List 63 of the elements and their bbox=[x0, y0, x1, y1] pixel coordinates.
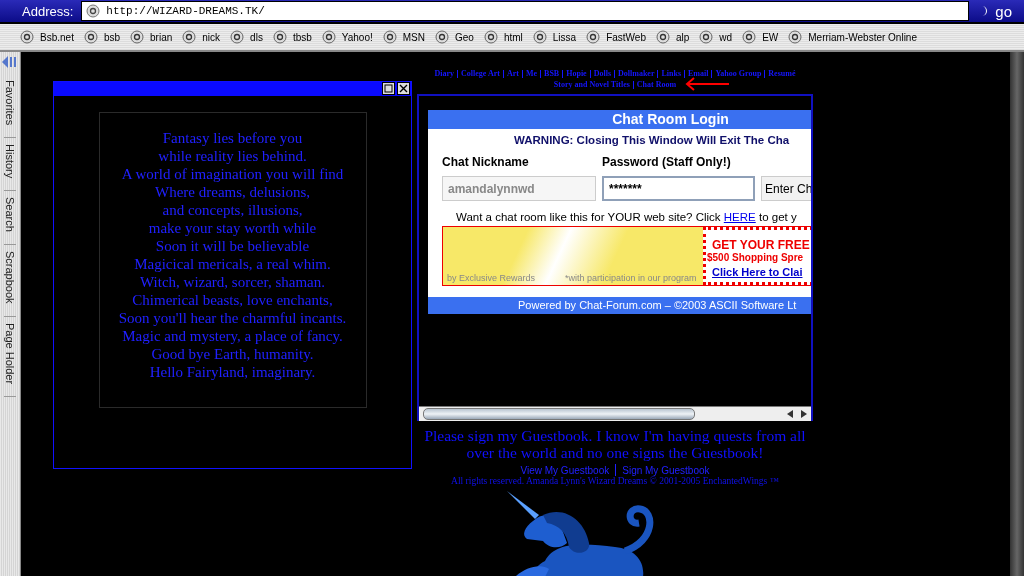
ad-sponsor-text: by Exclusive Rewards bbox=[447, 273, 536, 283]
nickname-label: Chat Nickname bbox=[442, 155, 530, 169]
close-button[interactable] bbox=[397, 82, 410, 95]
poem-line: Magicical mericals, a real whim. bbox=[133, 255, 332, 273]
claim-link[interactable]: Click Here to Clai bbox=[712, 266, 811, 278]
favorite-link[interactable]: Yahoo! bbox=[321, 30, 373, 44]
favorite-link[interactable]: EW bbox=[742, 30, 779, 44]
favorite-link[interactable]: FastWeb bbox=[586, 30, 646, 44]
address-field[interactable]: http://WIZARD-DREAMS.TK/ bbox=[81, 1, 970, 21]
here-link[interactable]: HERE bbox=[723, 211, 756, 223]
favorite-link[interactable]: Bsb.net bbox=[20, 30, 74, 44]
promo-text: Want a chat room like this for YOUR web site? Click HERE to get y bbox=[456, 211, 798, 223]
sidebar-tab[interactable]: History bbox=[4, 138, 16, 192]
favorite-link[interactable]: tbsb bbox=[272, 30, 312, 44]
scroll-thumb[interactable] bbox=[423, 408, 695, 420]
favorite-link[interactable]: dls bbox=[230, 30, 263, 44]
collapse-icon[interactable] bbox=[2, 56, 18, 68]
warning-text: WARNING: Closing This Window Will Exit The Cha bbox=[514, 134, 791, 146]
vertical-scrollbar[interactable] bbox=[1010, 52, 1024, 576]
favorite-link[interactable]: alp bbox=[656, 30, 690, 44]
poem-line: Where dreams, delusions, bbox=[154, 183, 311, 201]
poem-line: Hello Fairyland, imaginary. bbox=[148, 363, 317, 381]
chat-title: Chat Room Login bbox=[428, 110, 811, 129]
scroll-right-icon[interactable] bbox=[800, 410, 807, 418]
scroll-left-icon[interactable] bbox=[787, 410, 794, 418]
ad-note: *with participation in our program bbox=[565, 273, 697, 283]
go-button[interactable]: go bbox=[977, 2, 1020, 20]
copyright-text: All rights reserved. Amanda Lynn's Wizard Dreams © 2001-2005 EnchantedWings ™ bbox=[451, 476, 779, 486]
favorite-link[interactable]: nick bbox=[182, 30, 221, 44]
sidebar-tab[interactable]: Favorites bbox=[4, 74, 16, 139]
poem-line: A world of imagination you will find bbox=[120, 165, 345, 183]
guestbook-message: Please sign my Guestbook. I know I'm having quests from all over the world and no one signs the Guestbook! bbox=[423, 427, 807, 461]
poem-line: and concepts, illusions, bbox=[161, 201, 304, 219]
favorite-link[interactable]: Lissa bbox=[532, 30, 577, 44]
poem-line: Soon it will be believable bbox=[154, 237, 311, 255]
sidebar-tab[interactable]: Search bbox=[4, 191, 16, 246]
favorite-link[interactable]: Geo bbox=[435, 30, 474, 44]
favorite-link[interactable]: MSN bbox=[382, 30, 425, 44]
poem-line: Magic and mystery, a place of fancy. bbox=[121, 327, 344, 345]
chat-footer: Powered by Chat-Forum.com – ©2003 ASCII Software Lt bbox=[428, 297, 811, 314]
poem-line: Witch, wizard, sorcer, shaman. bbox=[139, 273, 326, 291]
favorite-link[interactable]: bsb bbox=[83, 30, 121, 44]
poem-line: Good bye Earth, humanity. bbox=[150, 345, 315, 363]
sidebar-tab[interactable]: Scrapbook bbox=[4, 245, 16, 317]
poem-line: Fantasy lies before you bbox=[161, 129, 304, 147]
poem-line: while reality lies behind. bbox=[157, 147, 308, 165]
poem-line: Chimerical beasts, love enchants, bbox=[131, 291, 334, 309]
password-label: Password (Staff Only!) bbox=[602, 155, 731, 169]
maximize-button[interactable] bbox=[382, 82, 395, 95]
arrow-icon bbox=[685, 77, 731, 91]
password-field[interactable]: ******* bbox=[602, 176, 755, 201]
favorite-link[interactable]: brian bbox=[130, 30, 173, 44]
ad-offer: $500 Shopping Spre bbox=[707, 252, 805, 263]
enter-chat-button[interactable]: Enter Ch bbox=[761, 176, 811, 201]
sidebar-tab[interactable]: Page Holder bbox=[4, 316, 16, 398]
poem-line: make your stay worth while bbox=[147, 219, 318, 237]
address-label: Address: bbox=[22, 3, 74, 19]
ad-headline: GET YOUR FREE bbox=[712, 238, 811, 252]
poem-line: Soon you'll hear the charmful incants. bbox=[117, 309, 348, 327]
favorite-link[interactable]: Merriam-Webster Online bbox=[788, 30, 917, 44]
horizontal-scrollbar[interactable] bbox=[419, 406, 811, 421]
favorite-link[interactable]: wd bbox=[699, 30, 733, 44]
favorite-link[interactable]: html bbox=[483, 30, 523, 44]
